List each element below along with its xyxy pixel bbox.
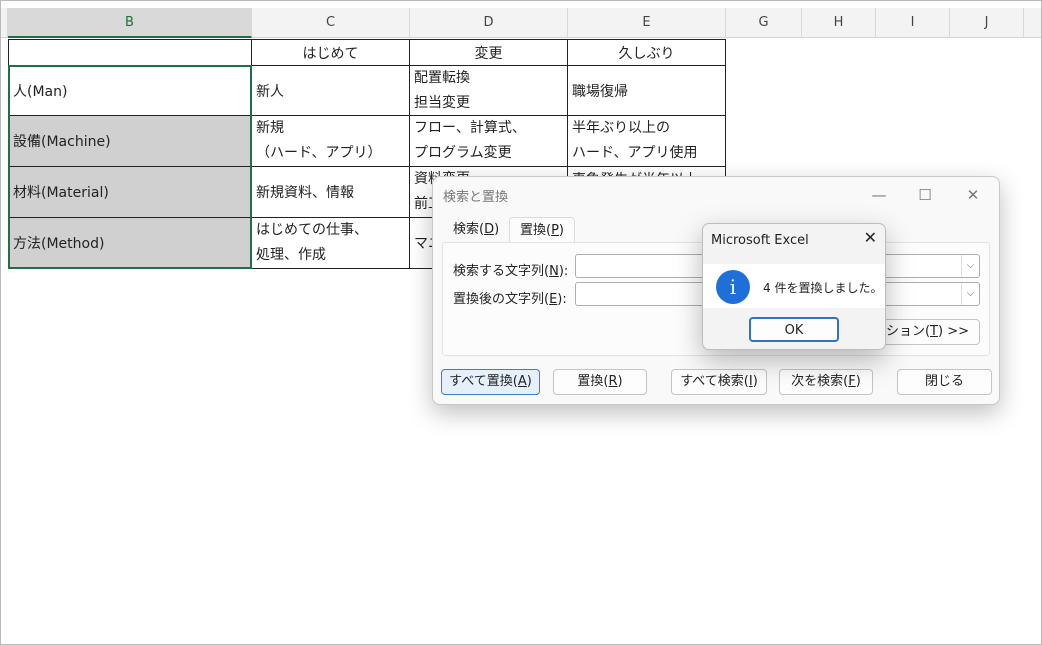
replace-all-accel: A: [517, 374, 527, 389]
replace-with-text: 置換後の文字列(: [453, 292, 550, 307]
cell-machine-return-line1: 半年ぶり以上の: [572, 120, 670, 136]
table-header-cell[interactable]: [9, 40, 252, 66]
column-header-g[interactable]: G: [726, 8, 802, 38]
cell-machine-change-line2: プログラム変更: [414, 145, 512, 161]
message-text: 4 件を置換しました。: [763, 281, 883, 295]
message-box-title: Microsoft Excel: [711, 233, 809, 248]
cell-machine-return-line2: ハード、アプリ使用: [572, 145, 698, 161]
tab-replace[interactable]: 置換(P): [509, 217, 575, 243]
options-tail: ) >>: [938, 324, 969, 339]
cell-machine-new-line2: （ハード、アプリ）: [256, 145, 382, 161]
replace-label: 置換(: [577, 374, 609, 389]
column-header-h[interactable]: H: [802, 8, 876, 38]
find-what-accel: N: [549, 264, 559, 279]
cell-machine-return[interactable]: 半年ぶり以上のハード、アプリ使用: [568, 116, 726, 167]
row-label-material[interactable]: 材料(Material): [9, 167, 252, 218]
cell-material-new[interactable]: 新規資料、情報: [252, 167, 410, 218]
find-all-label: すべて検索(: [680, 374, 749, 389]
row-label-machine[interactable]: 設備(Machine): [9, 116, 252, 167]
tab-find-label: 検索(: [453, 222, 485, 237]
cell-machine-new[interactable]: 新規 （ハード、アプリ）: [252, 116, 410, 167]
cell-machine-change[interactable]: フロー、計算式、 プログラム変更: [410, 116, 568, 167]
table-header-hajimete[interactable]: はじめて: [252, 40, 410, 66]
tab-find-accel: D: [484, 222, 495, 237]
column-header-bar: B C D E G H I J: [0, 8, 1042, 38]
tab-replace-accel: P: [551, 223, 559, 238]
options-accel: T: [930, 324, 938, 339]
column-header-b[interactable]: B: [8, 8, 252, 38]
column-header-d[interactable]: D: [410, 8, 568, 38]
dialog-close-button[interactable]: ✕: [959, 183, 987, 207]
tab-replace-label: 置換(: [520, 223, 552, 238]
find-all-button[interactable]: すべて検索(I): [671, 369, 767, 395]
cell-man-change-line1: 配置転換: [414, 69, 470, 86]
tab-find[interactable]: 検索(D): [443, 217, 509, 243]
find-replace-title: 検索と置換: [443, 190, 509, 205]
find-all-accel: I: [748, 374, 753, 389]
replace-accel: R: [608, 374, 618, 389]
table-header-hisashiburi[interactable]: 久しぶり: [568, 40, 726, 66]
replace-all-button[interactable]: すべて置換(A): [441, 369, 540, 395]
find-what-label: 検索する文字列(N):: [453, 264, 569, 279]
excel-message-box: Microsoft Excel ✕ i 4 件を置換しました。 OK: [702, 223, 886, 350]
cell-man-new[interactable]: 新人: [252, 66, 410, 116]
find-what-text: 検索する文字列(: [453, 264, 550, 279]
message-box-body: i 4 件を置換しました。: [703, 264, 885, 308]
cell-man-change[interactable]: 配置転換 担当変更: [410, 66, 568, 116]
replace-button[interactable]: 置換(R): [553, 369, 647, 395]
column-header-c[interactable]: C: [252, 8, 410, 38]
maximize-button[interactable]: ☐: [911, 183, 939, 207]
cell-method-new[interactable]: はじめての仕事、 処理、作成: [252, 218, 410, 269]
cell-machine-change-line1: フロー、計算式、: [414, 120, 526, 136]
cell-method-new-line2: 処理、作成: [256, 247, 326, 263]
row-label-man[interactable]: 人(Man): [9, 66, 252, 116]
minimize-button[interactable]: —: [865, 183, 893, 207]
row-label-method[interactable]: 方法(Method): [9, 218, 252, 269]
ok-button[interactable]: OK: [749, 317, 839, 342]
replace-all-label: すべて置換(: [449, 374, 518, 389]
find-next-label: 次を検索(: [791, 374, 849, 389]
cell-man-return[interactable]: 職場復帰: [568, 66, 726, 116]
replace-with-accel: E: [549, 292, 558, 307]
chevron-down-icon[interactable]: ⌵: [961, 255, 979, 277]
close-button[interactable]: 閉じる: [897, 369, 992, 395]
column-header-a[interactable]: [0, 8, 8, 38]
column-header-i[interactable]: I: [876, 8, 950, 38]
cell-man-change-line2: 担当変更: [414, 94, 470, 111]
close-icon[interactable]: ✕: [864, 228, 877, 247]
info-icon: i: [716, 270, 750, 304]
table-header-henkou[interactable]: 変更: [410, 40, 568, 66]
find-next-button[interactable]: 次を検索(F): [779, 369, 873, 395]
column-header-e[interactable]: E: [568, 8, 726, 38]
cell-method-new-line1: はじめての仕事、: [256, 222, 368, 238]
cell-machine-new-line1: 新規: [256, 120, 284, 136]
find-next-accel: F: [848, 374, 856, 389]
replace-with-label: 置換後の文字列(E):: [453, 292, 567, 307]
chevron-down-icon[interactable]: ⌵: [961, 283, 979, 305]
column-header-j[interactable]: J: [950, 8, 1024, 38]
